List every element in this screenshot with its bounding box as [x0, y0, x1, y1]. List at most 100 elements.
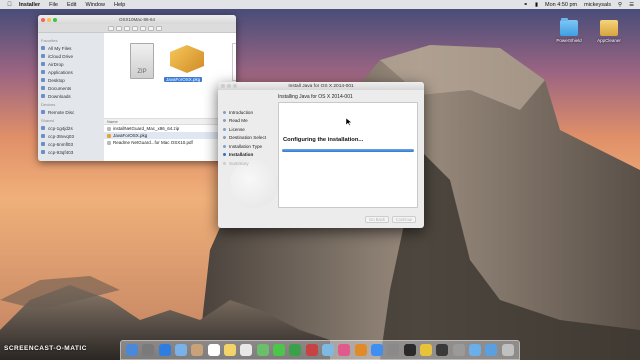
computer-icon — [41, 126, 45, 130]
cloud-icon — [41, 54, 45, 58]
dock-folder-icon[interactable] — [469, 344, 482, 356]
sidebar-heading-shared: Shared — [41, 118, 54, 123]
sidebar-item-documents[interactable]: Documents — [41, 84, 101, 92]
arrange-button[interactable] — [148, 25, 154, 31]
sidebar-heading-favorites: Favorites — [41, 38, 58, 43]
menu-window[interactable]: Window — [85, 2, 105, 8]
step-installation-type: Installation Type — [223, 142, 276, 151]
applications-icon — [41, 70, 45, 74]
sidebar-item-all-my-files[interactable]: All My Files — [41, 44, 101, 52]
dock-mail-icon[interactable] — [175, 344, 188, 356]
dock-messages-icon[interactable] — [273, 344, 286, 356]
mouse-pointer-icon — [346, 118, 352, 126]
desktop-icon-appcleaner[interactable]: AppCleaner — [589, 20, 629, 43]
back-button[interactable] — [108, 25, 114, 31]
dock-maps-icon[interactable] — [256, 344, 269, 356]
step-label: Installation Type — [229, 143, 263, 149]
dock-reminders-icon[interactable] — [240, 344, 253, 356]
sidebar-item-airdrop[interactable]: AirDrop — [41, 60, 101, 68]
zip-file-icon[interactable]: ZIP — [130, 43, 154, 79]
desktop-icon-powershield[interactable]: PowerShield — [549, 18, 589, 43]
view-list-button[interactable] — [132, 25, 138, 31]
step-destination-select: Destination Select — [223, 134, 276, 143]
sidebar-heading-devices: Devices — [41, 102, 56, 107]
dock-app-store-icon[interactable] — [371, 344, 384, 356]
dock-system-preferences-icon[interactable] — [387, 344, 400, 356]
sidebar-item-shared-3[interactable]: ccp-6nmfl03 — [41, 140, 101, 148]
step-label: Summary — [229, 160, 249, 166]
finder-sidebar: Favorites All My Files iCloud Drive AirD… — [38, 33, 104, 161]
package-icon[interactable] — [170, 45, 204, 73]
pdf-document-icon[interactable] — [232, 43, 236, 81]
dock-finder-icon[interactable] — [126, 344, 139, 356]
dock-chrome-icon[interactable] — [420, 344, 433, 356]
sidebar-item-icloud-drive[interactable]: iCloud Drive — [41, 52, 101, 60]
dock-screenshot-icon[interactable] — [452, 344, 465, 356]
step-bullet-icon — [223, 136, 226, 140]
computer-icon — [41, 142, 45, 146]
dock-photo-booth-icon[interactable] — [305, 344, 318, 356]
documents-icon — [41, 86, 45, 90]
sidebar-item-desktop[interactable]: Desktop — [41, 76, 101, 84]
view-icons-button[interactable] — [124, 25, 130, 31]
menu-clock[interactable]: Mon 4:50 pm — [545, 2, 577, 8]
view-columns-button[interactable] — [140, 25, 146, 31]
dock-ibooks-icon[interactable] — [354, 344, 367, 356]
sidebar-item-label: AirDrop — [48, 61, 64, 67]
file-row[interactable]: Readme NetGuard...for Mac OSX10.pdf 14 — [104, 139, 236, 146]
computer-icon — [41, 134, 45, 138]
step-license: License — [223, 125, 276, 134]
battery-icon[interactable]: ▮ — [535, 2, 538, 8]
menu-app-installer[interactable]: Installer — [19, 2, 40, 8]
pdf-icon — [107, 140, 111, 145]
menu-help[interactable]: Help — [114, 2, 125, 8]
dock-launchpad-icon[interactable] — [142, 344, 155, 356]
sidebar-item-shared-4[interactable]: ccp-93qf403 — [41, 148, 101, 156]
dock-calendar-icon[interactable] — [207, 344, 220, 356]
sidebar-item-applications[interactable]: Applications — [41, 68, 101, 76]
step-bullet-icon — [223, 119, 226, 123]
continue-button[interactable]: Continue — [392, 216, 416, 223]
spotlight-icon[interactable]: ⚲ — [618, 2, 622, 8]
apple-menu-icon[interactable]:  — [6, 2, 13, 8]
finder-titlebar[interactable]: OSX10Mac-86-64 — [38, 15, 236, 24]
sidebar-item-shared-2[interactable]: ccp-38vvq03 — [41, 132, 101, 140]
dock-notes-icon[interactable] — [224, 344, 237, 356]
progress-bar — [282, 149, 414, 152]
menu-extras: ⚭ ▮ Mon 4:50 pm mickeysals ⚲ ☰ — [516, 2, 634, 8]
sidebar-item-label: Applications — [48, 69, 73, 75]
file-list: Name installNetGuard_Mac_x86_64.zip 14.1… — [104, 119, 236, 146]
dock-safari-icon[interactable] — [158, 344, 171, 356]
sidebar-item-downloads[interactable]: Downloads — [41, 92, 101, 100]
menu-bar:  Installer File Edit Window Help ⚭ ▮ Mo… — [0, 0, 640, 9]
menu-user[interactable]: mickeysals — [584, 2, 611, 8]
dock-terminal-icon[interactable] — [403, 344, 416, 356]
dock-iphoto-icon[interactable] — [322, 344, 335, 356]
dock-itunes-icon[interactable] — [338, 344, 351, 356]
screencast-watermark: SCREENCAST-O-MATIC — [4, 345, 87, 352]
menu-edit[interactable]: Edit — [67, 2, 76, 8]
file-row-selected[interactable]: JavaForOSX.pkg 14.1 — [104, 132, 236, 139]
dock-trash-icon[interactable] — [501, 344, 514, 356]
package-icon — [600, 20, 618, 36]
menu-file[interactable]: File — [49, 2, 58, 8]
dock-activity-monitor-icon[interactable] — [436, 344, 449, 356]
disc-icon — [41, 110, 45, 114]
dock-facetime-icon[interactable] — [289, 344, 302, 356]
desktop-icon-label: PowerShield — [556, 38, 582, 43]
dock-downloads-icon[interactable] — [485, 344, 498, 356]
action-button[interactable] — [156, 25, 162, 31]
dock-contacts-icon[interactable] — [191, 344, 204, 356]
sidebar-item-label: ccp-1g4jd2s — [48, 125, 73, 131]
notification-center-icon[interactable]: ☰ — [629, 2, 634, 8]
installer-titlebar[interactable]: Install Java for OS X 2014-001 — [218, 82, 424, 90]
forward-button[interactable] — [116, 25, 122, 31]
sidebar-item-remote-disc[interactable]: Remote Disc — [41, 108, 101, 116]
sidebar-item-shared-1[interactable]: ccp-1g4jd2s — [41, 124, 101, 132]
desktop-icon-label: AppCleaner — [597, 38, 621, 43]
sidebar-item-label: All My Files — [48, 45, 72, 51]
file-row[interactable]: installNetGuard_Mac_x86_64.zip 14.1 — [104, 125, 236, 132]
wifi-icon[interactable]: ⚭ — [523, 2, 528, 8]
go-back-button[interactable]: Go Back — [365, 216, 389, 223]
package-icon — [107, 133, 111, 138]
